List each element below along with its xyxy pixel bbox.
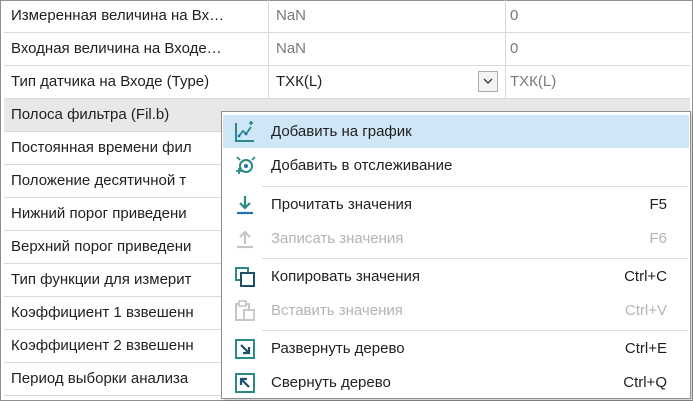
read-download-icon bbox=[237, 196, 253, 215]
table-row[interactable]: Измеренная величина на Вх… NaN 0 bbox=[4, 0, 690, 33]
param-default-cell: 0 bbox=[510, 40, 519, 57]
expand-tree-icon bbox=[235, 339, 255, 359]
context-menu: Добавить на график Добавить в отслеживан… bbox=[221, 111, 691, 399]
menu-item-collapse-tree[interactable]: Свернуть дерево Ctrl+Q bbox=[223, 366, 689, 399]
menu-separator bbox=[262, 186, 688, 187]
menu-item-label: Вставить значения bbox=[271, 302, 403, 319]
menu-item-label: Прочитать значения bbox=[271, 196, 413, 213]
menu-item-copy-values[interactable]: Копировать значения Ctrl+C bbox=[223, 260, 689, 293]
menu-item-expand-tree[interactable]: Развернуть дерево Ctrl+E bbox=[223, 332, 689, 365]
menu-item-label: Добавить в отслеживание bbox=[271, 157, 453, 174]
chevron-down-icon bbox=[483, 78, 493, 85]
menu-item-shortcut: Ctrl+C bbox=[624, 268, 667, 285]
menu-item-label: Добавить на график bbox=[271, 123, 412, 140]
menu-separator bbox=[262, 330, 688, 331]
menu-item-add-to-watch[interactable]: Добавить в отслеживание bbox=[223, 149, 689, 182]
menu-item-add-to-chart[interactable]: Добавить на график bbox=[223, 115, 689, 148]
param-name-cell: Тип датчика на Входе (Type) bbox=[4, 66, 269, 98]
collapse-tree-icon bbox=[235, 373, 255, 393]
menu-item-label: Свернуть дерево bbox=[271, 374, 391, 391]
menu-item-label: Развернуть дерево bbox=[271, 340, 405, 357]
menu-item-label: Записать значения bbox=[271, 230, 404, 247]
table-row[interactable]: Тип датчика на Входе (Type) ТХК(L) ТХК(L… bbox=[4, 66, 690, 99]
menu-item-read-values[interactable]: Прочитать значения F5 bbox=[223, 188, 689, 221]
menu-item-label: Копировать значения bbox=[271, 268, 421, 285]
watch-add-icon bbox=[236, 156, 256, 174]
sensor-type-combobox[interactable]: ТХК(L) bbox=[269, 66, 506, 98]
menu-item-shortcut: Ctrl+E bbox=[624, 340, 667, 357]
menu-item-shortcut: Ctrl+Q bbox=[623, 374, 667, 391]
param-name-cell: Входная величина на Входе… bbox=[4, 33, 269, 65]
write-upload-icon bbox=[237, 230, 253, 249]
param-value-cell[interactable]: NaN bbox=[269, 33, 506, 65]
table-row[interactable]: Входная величина на Входе… NaN 0 bbox=[4, 33, 690, 66]
menu-separator bbox=[262, 258, 688, 259]
param-default-cell: ТХК(L) bbox=[510, 73, 557, 90]
copy-icon bbox=[235, 267, 255, 287]
paste-icon bbox=[235, 300, 255, 321]
param-default-cell: 0 bbox=[510, 7, 519, 24]
chart-add-icon bbox=[235, 121, 254, 142]
param-name-cell: Измеренная величина на Вх… bbox=[4, 0, 269, 32]
menu-item-shortcut: Ctrl+V bbox=[624, 302, 667, 319]
menu-item-shortcut: F6 bbox=[649, 230, 667, 247]
sensor-type-selected: ТХК(L) bbox=[276, 73, 323, 90]
menu-item-shortcut: F5 bbox=[649, 196, 667, 213]
param-value-cell[interactable]: NaN bbox=[269, 0, 506, 32]
menu-item-write-values: Записать значения F6 bbox=[223, 222, 689, 255]
combobox-dropdown-button[interactable] bbox=[478, 71, 498, 92]
menu-item-paste-values: Вставить значения Ctrl+V bbox=[223, 294, 689, 327]
